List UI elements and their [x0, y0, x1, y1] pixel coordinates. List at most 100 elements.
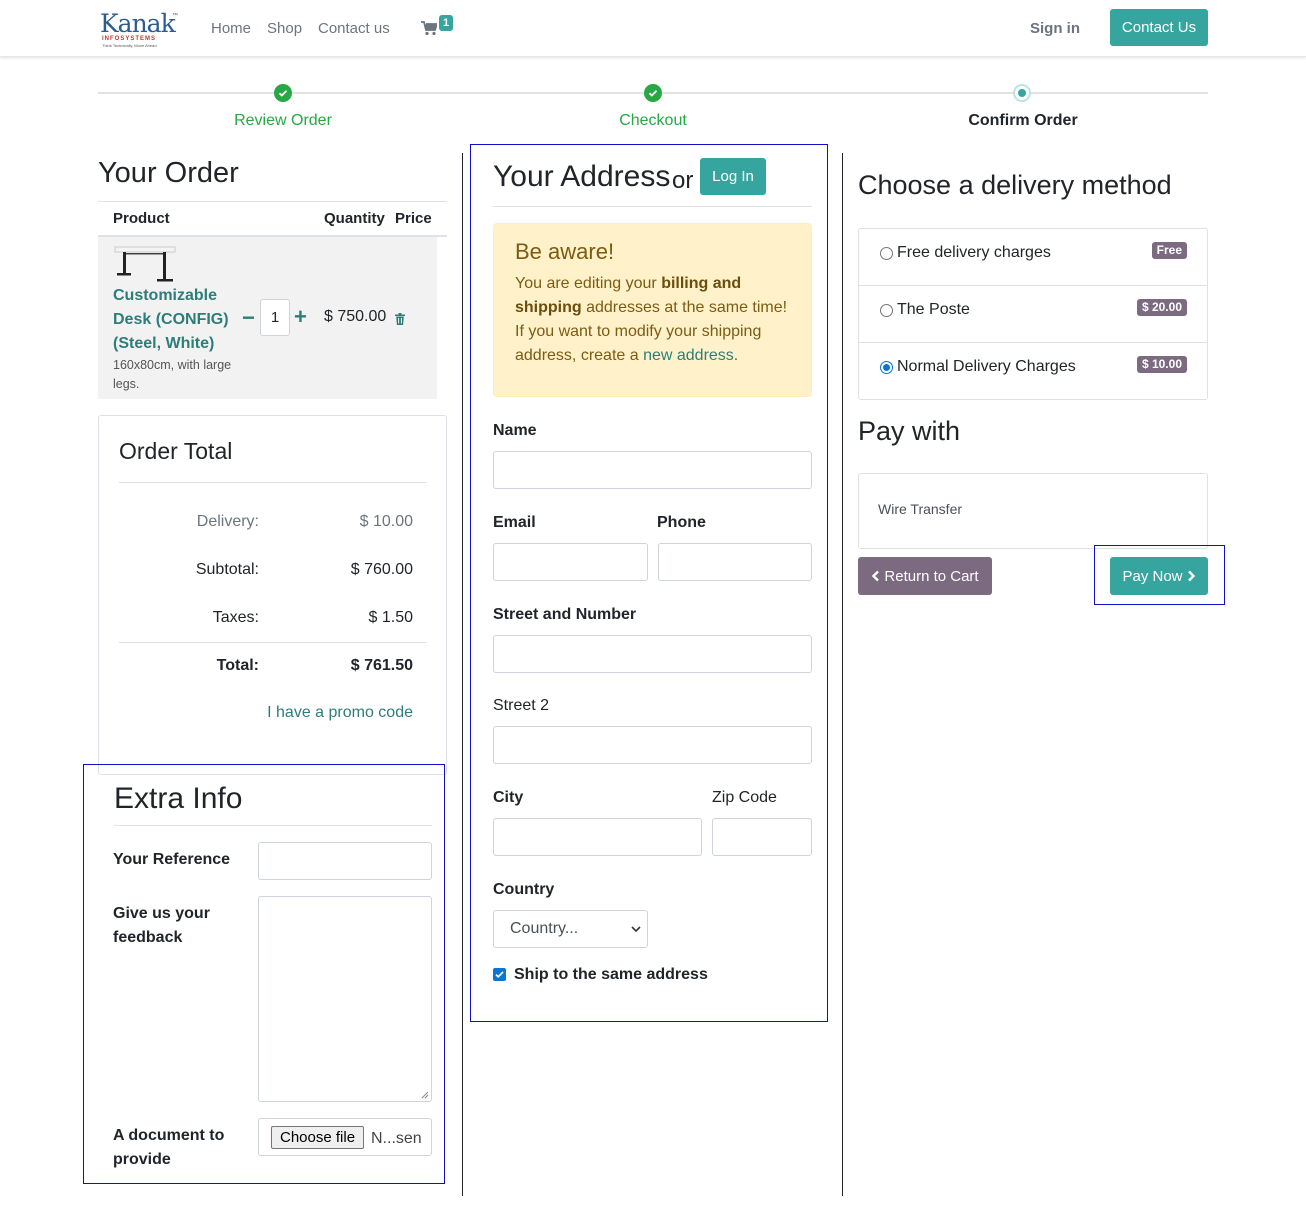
return-to-cart-label: Return to Cart: [884, 567, 979, 585]
zip-input[interactable]: [712, 818, 812, 856]
warning-alert: Be aware! You are editing your billing a…: [493, 223, 812, 397]
quantity-increase-button[interactable]: +: [294, 304, 307, 330]
nav-contact-us[interactable]: Contact us: [318, 20, 390, 37]
delivery-price-badge: $ 20.00: [1136, 299, 1187, 316]
reference-input[interactable]: [258, 842, 432, 880]
delivery-method-title: Choose a delivery method: [858, 170, 1172, 200]
delivery-option-label[interactable]: Normal Delivery Charges: [897, 358, 1076, 376]
divider: [119, 642, 427, 643]
subtotal-label: Subtotal:: [195, 561, 259, 578]
delivery-price-badge: Free: [1151, 242, 1187, 259]
logo-trademark: ™: [172, 13, 178, 19]
pay-now-button[interactable]: Pay Now: [1110, 557, 1208, 595]
document-label: A document to provide: [113, 1127, 225, 1168]
delivery-radio[interactable]: [880, 247, 893, 260]
return-to-cart-button[interactable]: Return to Cart: [858, 557, 992, 595]
name-label: Name: [493, 422, 537, 439]
phone-input[interactable]: [658, 543, 812, 581]
step-current-dot-icon: [1013, 84, 1031, 102]
street2-input[interactable]: [493, 726, 812, 764]
delivery-price-badge: $ 10.00: [1136, 356, 1187, 373]
delivery-value: $ 10.00: [359, 513, 413, 530]
ship-same-checkbox[interactable]: [493, 968, 506, 981]
delivery-method-list: Free delivery charges Free The Poste $ 2…: [858, 228, 1208, 400]
delivery-option-the-poste[interactable]: The Poste $ 20.00: [859, 286, 1207, 343]
top-navbar: Kanak ™ INFOSYSTEMS Think Technically, M…: [0, 0, 1306, 57]
nav-shop[interactable]: Shop: [267, 20, 302, 37]
trash-icon[interactable]: [395, 313, 405, 325]
col-product: Product: [113, 210, 170, 227]
order-table-header: Product Quantity Price: [98, 201, 447, 237]
street-input[interactable]: [493, 635, 812, 673]
delivery-option-normal[interactable]: Normal Delivery Charges $ 10.00: [859, 343, 1207, 400]
col-quantity: Quantity: [324, 210, 385, 227]
order-total-title: Order Total: [119, 438, 233, 464]
product-description: 160x80cm, with large legs.: [113, 358, 232, 391]
product-thumbnail[interactable]: [113, 243, 177, 287]
log-in-button[interactable]: Log In: [700, 158, 766, 195]
contact-us-button[interactable]: Contact Us: [1110, 9, 1208, 46]
payment-method-card[interactable]: Wire Transfer: [858, 473, 1208, 549]
country-select-value: Country...: [510, 920, 579, 937]
total-value: $ 761.50: [350, 657, 413, 674]
delivery-radio-selected[interactable]: [880, 361, 893, 374]
table-row: Customizable Desk (CONFIG) (Steel, White…: [98, 237, 437, 399]
quantity-decrease-button[interactable]: −: [242, 305, 255, 331]
address-or-text: or: [672, 167, 694, 194]
logo-wordmark: Kanak: [100, 9, 176, 38]
cart-count-badge[interactable]: 1: [439, 15, 454, 31]
email-input[interactable]: [493, 543, 648, 581]
step-done-check-icon: [274, 84, 292, 102]
divider: [119, 482, 427, 483]
resize-grip-icon[interactable]: [421, 1091, 429, 1099]
col-price: Price: [395, 210, 432, 227]
feedback-textarea[interactable]: [258, 896, 432, 1102]
payment-method-label: Wire Transfer: [878, 501, 963, 517]
step-review-order[interactable]: Review Order: [183, 112, 383, 130]
column-divider: [462, 153, 463, 1196]
street2-label: Street 2: [493, 697, 550, 714]
step-done-check-icon: [644, 84, 662, 102]
company-logo[interactable]: Kanak ™ INFOSYSTEMS Think Technically, M…: [100, 9, 178, 49]
product-name-link[interactable]: Customizable Desk (CONFIG) (Steel, White…: [113, 284, 243, 356]
address-title: Your Address: [493, 160, 671, 193]
delivery-option-free[interactable]: Free delivery charges Free: [859, 229, 1207, 286]
document-file-input[interactable]: Choose file N...sen: [258, 1118, 432, 1156]
feedback-label: Give us your feedback: [113, 905, 210, 946]
line-price: $ 750.00: [324, 308, 387, 325]
ship-same-label[interactable]: Ship to the same address: [514, 963, 708, 987]
chevron-right-icon: [1187, 570, 1195, 582]
logo-subtitle: INFOSYSTEMS: [102, 36, 157, 42]
nav-home[interactable]: Home: [211, 20, 251, 37]
name-input[interactable]: [493, 451, 812, 489]
sign-in-link[interactable]: Sign in: [1030, 20, 1080, 37]
delivery-option-label[interactable]: The Poste: [897, 301, 970, 319]
delivery-option-label[interactable]: Free delivery charges: [897, 244, 1051, 262]
shopping-cart-icon[interactable]: [421, 20, 437, 36]
choose-file-button[interactable]: Choose file: [271, 1126, 365, 1149]
new-address-link[interactable]: new address: [643, 347, 734, 364]
email-label: Email: [493, 514, 536, 531]
zip-label: Zip Code: [712, 789, 777, 806]
country-label: Country: [493, 881, 555, 898]
your-order-title: Your Order: [98, 157, 239, 189]
reference-label: Your Reference: [113, 851, 231, 868]
extra-info-title: Extra Info: [114, 782, 243, 815]
checkmark-icon: [495, 971, 504, 979]
pay-now-label: Pay Now: [1122, 567, 1183, 585]
file-status-text: N...sen: [371, 1130, 422, 1147]
divider: [493, 206, 812, 207]
alert-title: Be aware!: [515, 239, 615, 264]
step-checkout[interactable]: Checkout: [553, 112, 753, 130]
city-input[interactable]: [493, 818, 702, 856]
quantity-input[interactable]: 1: [260, 299, 290, 336]
taxes-label: Taxes:: [212, 609, 259, 626]
divider: [114, 825, 432, 826]
pay-with-title: Pay with: [858, 416, 961, 446]
country-select[interactable]: Country...: [493, 910, 648, 948]
delivery-label: Delivery:: [196, 513, 259, 530]
promo-code-link[interactable]: I have a promo code: [267, 704, 413, 722]
phone-label: Phone: [657, 514, 706, 531]
total-label: Total:: [216, 657, 259, 674]
delivery-radio[interactable]: [880, 304, 893, 317]
